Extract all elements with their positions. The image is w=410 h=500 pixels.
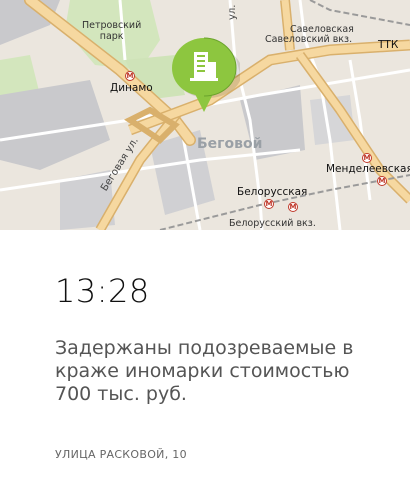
map-label-petrovsky-park: Петровский парк <box>82 20 142 42</box>
event-details: 13:28 Задержаны подозреваемые в краже ин… <box>0 230 410 500</box>
metro-icon <box>362 153 372 163</box>
event-address: УЛИЦА РАСКОВОЙ, 10 <box>55 448 187 461</box>
map-label-ttk: ТТК <box>378 39 399 51</box>
metro-icon <box>288 202 298 212</box>
map-label-belorusskaya: Белорусская <box>237 186 308 198</box>
map-label-belorussky-vkz: Белорусский вкз. <box>229 218 316 229</box>
map-label-mendeleevskaya: Менделеевская <box>326 163 410 175</box>
map-label-savelovsky-vkz: Савеловский вкз. <box>265 34 353 45</box>
map-label-ul-fragment: ул. <box>227 4 238 21</box>
map-label-begovoy: Беговой <box>197 136 263 152</box>
metro-icon <box>264 199 274 209</box>
event-time: 13:28 <box>55 272 150 310</box>
metro-icon <box>125 71 135 81</box>
map-label-dinamo: Динамо <box>110 82 153 94</box>
map[interactable]: Петровский парк Динамо Беговой Беговая у… <box>0 0 410 230</box>
metro-icon <box>377 176 387 186</box>
event-headline[interactable]: Задержаны подозреваемые в краже иномарки… <box>55 337 375 406</box>
map-pin[interactable] <box>170 34 240 114</box>
news-card[interactable]: Петровский парк Динамо Беговой Беговая у… <box>0 0 410 500</box>
